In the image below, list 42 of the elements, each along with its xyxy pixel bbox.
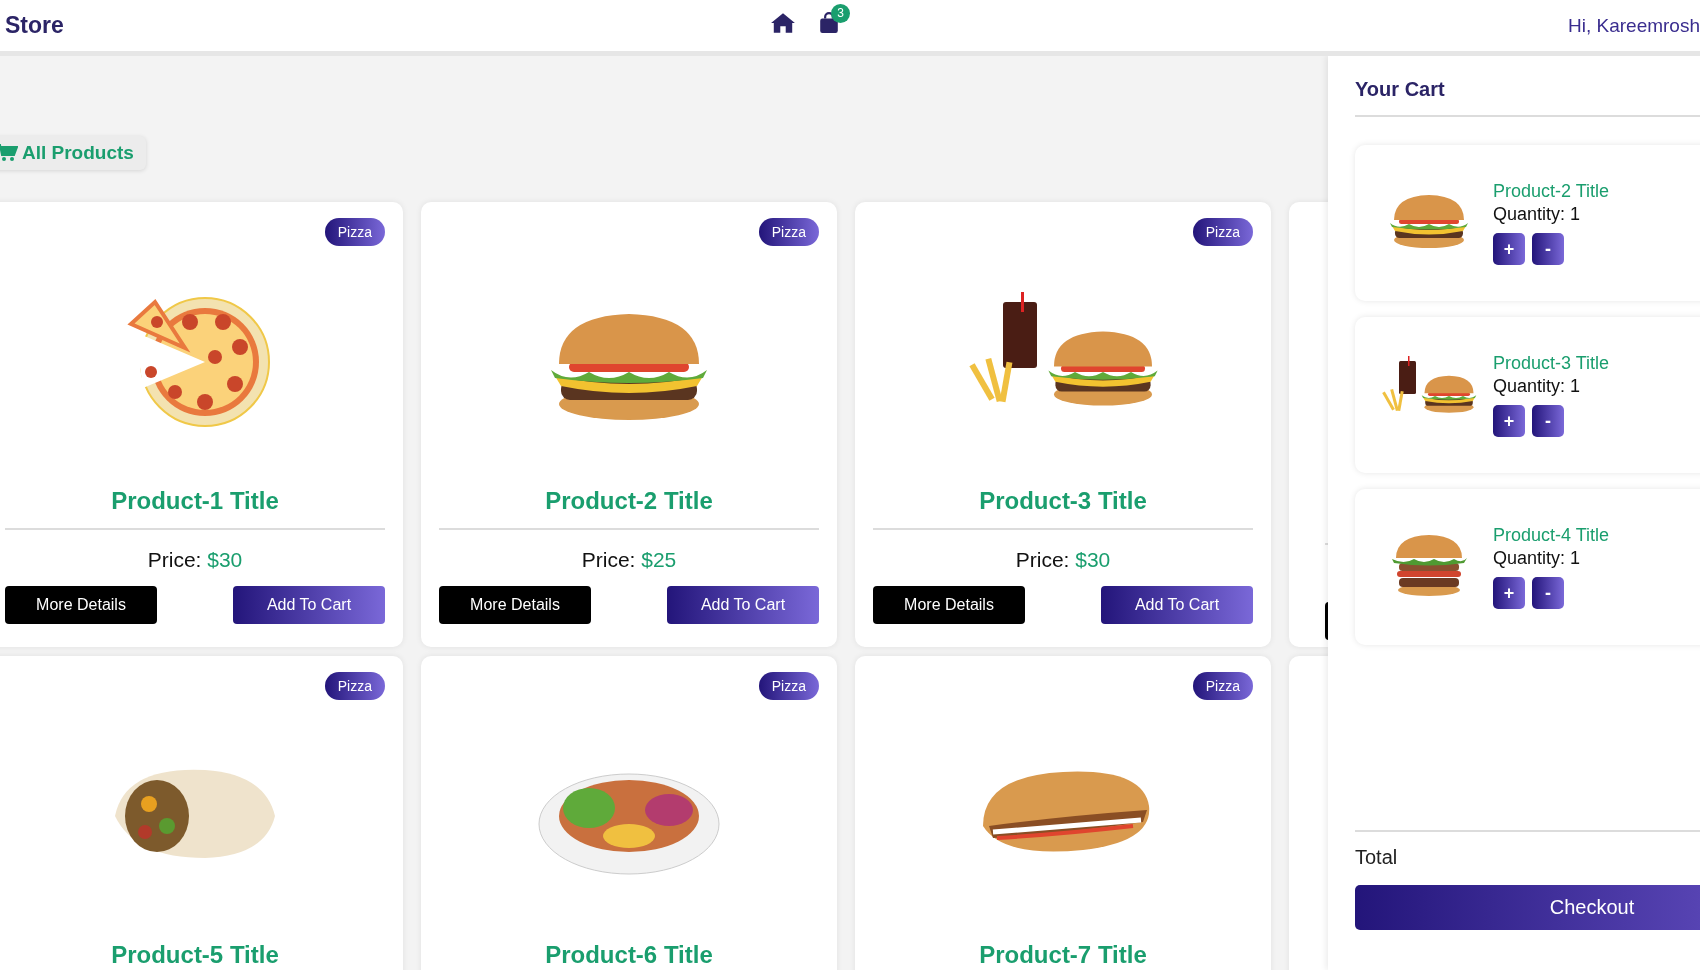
increase-button[interactable]: + bbox=[1493, 405, 1525, 437]
product-title: Product-7 Title bbox=[978, 942, 1148, 969]
bag-icon[interactable] bbox=[818, 12, 840, 34]
cart-title: Your Cart bbox=[1355, 56, 1700, 117]
cart-icon bbox=[0, 144, 18, 162]
cart-item-quantity: Quantity: 1 bbox=[1493, 204, 1582, 225]
more-details-button[interactable]: More Details bbox=[439, 586, 591, 625]
more-details-button[interactable]: More Details bbox=[5, 586, 157, 625]
increase-button[interactable]: + bbox=[1493, 233, 1525, 265]
category-badge: Pizza bbox=[324, 672, 385, 700]
total-label: Total bbox=[1355, 830, 1700, 869]
home-icon[interactable] bbox=[770, 12, 796, 34]
product-price: Price: $30 bbox=[1014, 548, 1112, 573]
user-greeting[interactable]: Hi, Kareemrosh bbox=[1568, 14, 1700, 37]
category-badge: Pizza bbox=[758, 672, 819, 700]
decrease-button[interactable]: - bbox=[1532, 405, 1564, 437]
increase-button[interactable]: + bbox=[1493, 577, 1525, 609]
add-to-cart-button[interactable]: Add To Cart bbox=[233, 586, 385, 625]
cart-item-title: Product-2 Title bbox=[1493, 181, 1610, 202]
cart-count-badge: 3 bbox=[831, 4, 850, 23]
cart-item-quantity: Quantity: 1 bbox=[1493, 548, 1582, 569]
category-badge: Pizza bbox=[324, 218, 385, 246]
decrease-button[interactable]: - bbox=[1532, 577, 1564, 609]
cart-item-quantity: Quantity: 1 bbox=[1493, 376, 1582, 397]
product-price: Price: $30 bbox=[146, 548, 244, 573]
product-title: Product-2 Title bbox=[544, 488, 714, 515]
product-price: Price: $25 bbox=[580, 548, 678, 573]
product-title: Product-5 Title bbox=[110, 942, 280, 969]
product-title: Product-6 Title bbox=[544, 942, 714, 969]
more-details-button[interactable]: More Details bbox=[873, 586, 1025, 625]
add-to-cart-button[interactable]: Add To Cart bbox=[667, 586, 819, 625]
decrease-button[interactable]: - bbox=[1532, 233, 1564, 265]
category-badge: Pizza bbox=[1192, 218, 1253, 246]
cart-item-title: Product-3 Title bbox=[1493, 353, 1610, 374]
product-title: Product-1 Title bbox=[110, 488, 280, 515]
category-badge: Pizza bbox=[1192, 672, 1253, 700]
checkout-button[interactable]: Checkout bbox=[1355, 885, 1700, 930]
category-badge: Pizza bbox=[758, 218, 819, 246]
cart-item-title: Product-4 Title bbox=[1493, 525, 1610, 546]
product-title: Product-3 Title bbox=[978, 488, 1148, 515]
store-logo[interactable]: Store bbox=[5, 12, 64, 39]
add-to-cart-button[interactable]: Add To Cart bbox=[1101, 586, 1253, 625]
